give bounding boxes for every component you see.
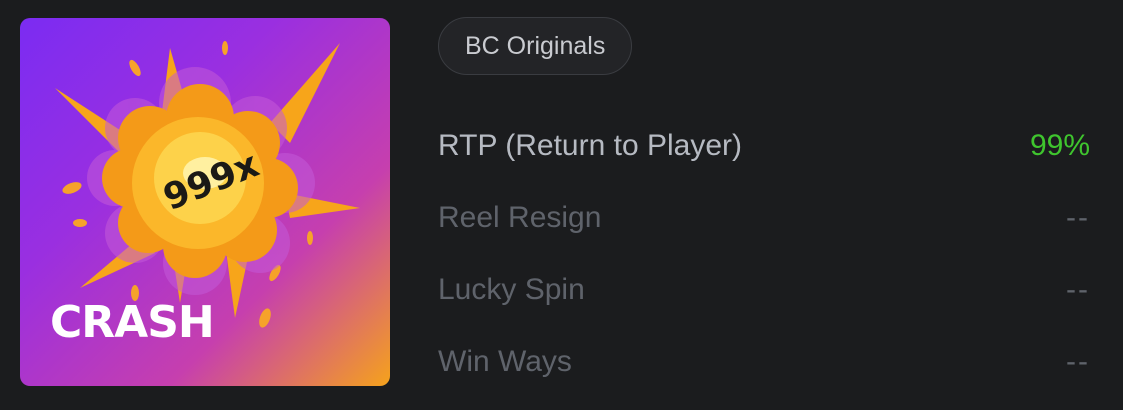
- stat-row-lucky-spin: Lucky Spin --: [438, 254, 1090, 326]
- game-title: CRASH: [50, 297, 215, 348]
- stat-value: --: [1066, 273, 1090, 306]
- stat-row-win-ways: Win Ways --: [438, 326, 1090, 398]
- stat-value: 99%: [1029, 129, 1090, 162]
- stat-value: --: [1066, 345, 1090, 378]
- stat-label: Reel Resign: [438, 201, 602, 234]
- game-stats-list: RTP (Return to Player) 99% Reel Resign -…: [438, 110, 1090, 398]
- stat-value: --: [1066, 201, 1090, 234]
- stat-row-reel-resign: Reel Resign --: [438, 182, 1090, 254]
- provider-tag-button[interactable]: BC Originals: [438, 17, 633, 75]
- game-info-panel: 999x CRASH BC Originals RTP (Return to P…: [0, 0, 1123, 410]
- stat-label: Lucky Spin: [438, 273, 585, 306]
- stat-label: RTP (Return to Player): [438, 129, 742, 162]
- stat-row-rtp: RTP (Return to Player) 99%: [438, 110, 1090, 182]
- stat-label: Win Ways: [438, 345, 572, 378]
- game-thumbnail[interactable]: 999x CRASH: [20, 18, 390, 386]
